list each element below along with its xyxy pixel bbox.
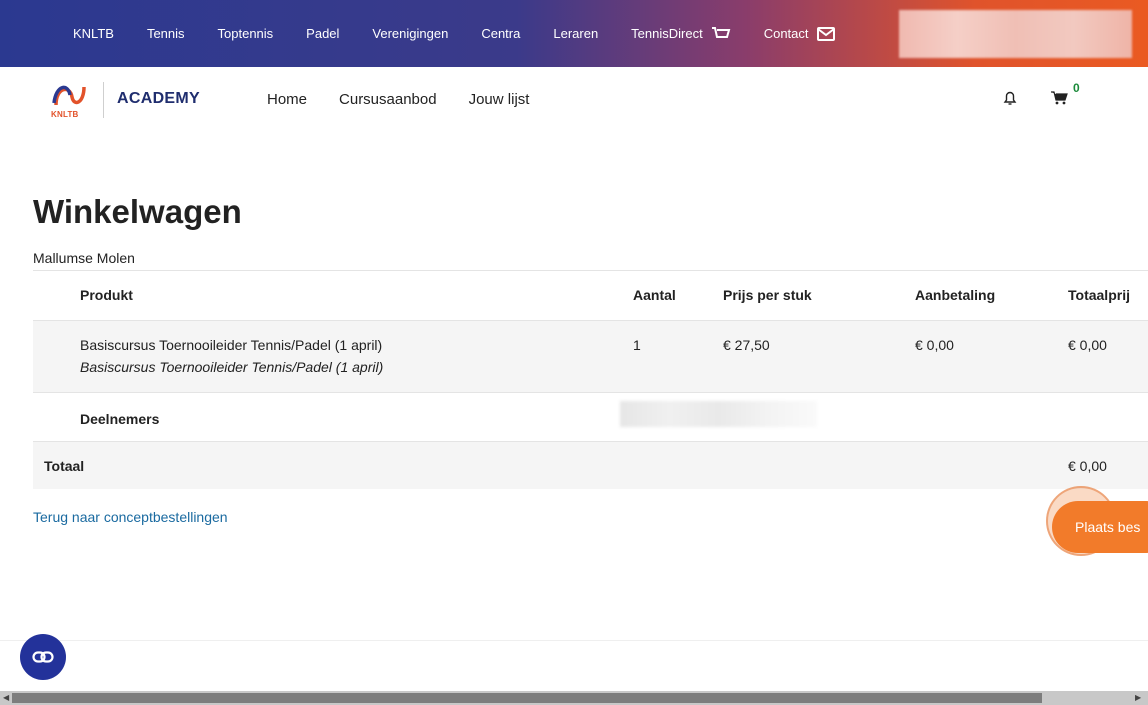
redacted-participants	[620, 401, 817, 427]
scroll-left-arrow-icon[interactable]: ◀	[3, 693, 9, 702]
knltb-logo-mark	[52, 85, 86, 106]
shopping-cart-icon[interactable]	[1050, 90, 1070, 106]
cart-icon	[711, 26, 731, 38]
topbar-link-verenigingen[interactable]: Verenigingen	[372, 26, 448, 41]
academy-title[interactable]: ACADEMY	[117, 90, 200, 108]
organization-name: Mallumse Molen	[33, 250, 135, 266]
accessibility-button[interactable]	[20, 634, 66, 680]
scrollbar-thumb[interactable]	[12, 693, 1042, 703]
item-total: € 0,00	[1068, 337, 1107, 353]
place-order-button[interactable]: Plaats bes	[1052, 501, 1148, 553]
item-subtitle: Basiscursus Toernooileider Tennis/Padel …	[80, 359, 384, 375]
participants-row: Deelnemers	[33, 392, 1148, 441]
logo-text: KNLTB	[51, 110, 79, 119]
item-name: Basiscursus Toernooileider Tennis/Padel …	[80, 337, 383, 353]
logo-divider	[103, 82, 104, 118]
total-label: Totaal	[44, 458, 85, 474]
redacted-user-area	[899, 10, 1132, 58]
cart-table: Produkt Aantal Prijs per stuk Aanbetalin…	[33, 270, 1148, 489]
topbar-link-toptennis[interactable]: Toptennis	[218, 26, 274, 41]
header-unit-price: Prijs per stuk	[723, 287, 812, 303]
item-quantity: 1	[633, 337, 641, 353]
mail-icon	[816, 26, 835, 41]
top-brand-bar: KNLTB Tennis Toptennis Padel Vereniginge…	[0, 0, 1148, 67]
nav-jouw-lijst[interactable]: Jouw lijst	[469, 91, 530, 108]
header-quantity: Aantal	[633, 287, 676, 303]
item-unit-price: € 27,50	[723, 337, 770, 353]
main-nav: Home Cursusaanbod Jouw lijst	[267, 91, 561, 108]
back-to-drafts-link[interactable]: Terug naar conceptbestellingen	[33, 509, 228, 525]
header-total-price: Totaalprij	[1068, 287, 1130, 303]
scroll-right-arrow-icon[interactable]: ▶	[1135, 693, 1141, 702]
table-header-row: Produkt Aantal Prijs per stuk Aanbetalin…	[33, 270, 1148, 320]
place-order-label: Plaats bes	[1075, 519, 1141, 535]
total-value: € 0,00	[1068, 458, 1107, 474]
topbar-link-centra[interactable]: Centra	[481, 26, 520, 41]
nav-home[interactable]: Home	[267, 91, 307, 108]
bell-icon[interactable]	[1003, 90, 1017, 106]
topbar-link-tennisdirect[interactable]: TennisDirect	[631, 26, 731, 42]
tennisdirect-label: TennisDirect	[631, 26, 703, 41]
nav-cursusaanbod[interactable]: Cursusaanbod	[339, 91, 437, 108]
header-product: Produkt	[80, 287, 133, 303]
table-row: Basiscursus Toernooileider Tennis/Padel …	[33, 320, 1148, 392]
item-deposit: € 0,00	[915, 337, 954, 353]
topbar-link-padel[interactable]: Padel	[306, 26, 339, 41]
link-icon	[32, 651, 54, 663]
topbar-link-tennis[interactable]: Tennis	[147, 26, 185, 41]
contact-label: Contact	[763, 26, 809, 41]
topbar-link-leraren[interactable]: Leraren	[553, 26, 598, 41]
total-row: Totaal € 0,00	[33, 441, 1148, 489]
participants-label: Deelnemers	[80, 411, 160, 427]
footer-divider	[0, 640, 1148, 641]
page-title: Winkelwagen	[33, 193, 242, 230]
cart-count-badge: 0	[1073, 81, 1080, 95]
topbar-link-contact[interactable]: Contact	[764, 26, 835, 41]
header-deposit: Aanbetaling	[915, 287, 996, 303]
horizontal-scrollbar[interactable]: ◀ ▶	[0, 691, 1148, 705]
knltb-logo[interactable]: KNLTB	[50, 81, 94, 121]
topbar-link-knltb[interactable]: KNLTB	[73, 26, 114, 41]
academy-nav: KNLTB ACADEMY Home Cursusaanbod Jouw lij…	[0, 67, 1148, 137]
